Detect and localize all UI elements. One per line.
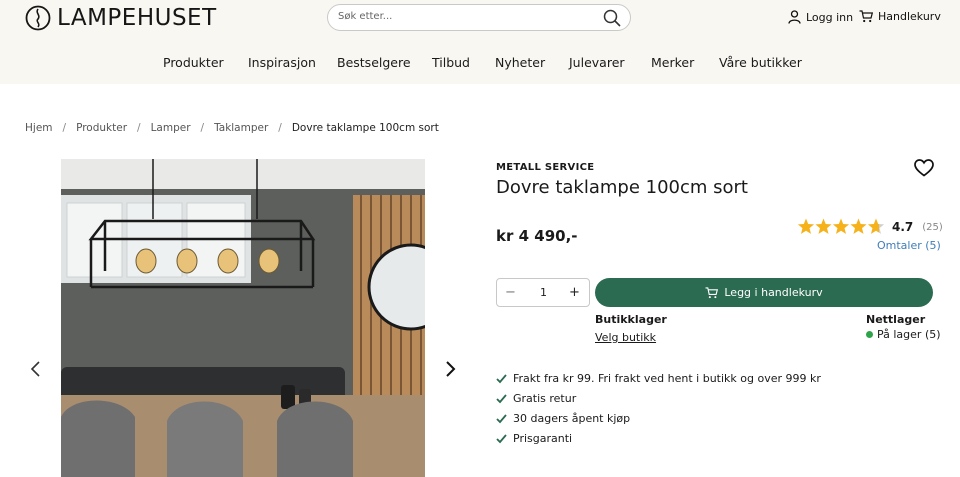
breadcrumb-separator: / [62, 122, 67, 134]
breadcrumb-item[interactable]: Lamper [151, 122, 191, 134]
next-image-arrow-icon[interactable] [444, 360, 456, 378]
breadcrumb-separator: / [278, 122, 282, 134]
rating-value: 4.7 [892, 220, 914, 234]
product-image[interactable] [61, 159, 425, 477]
usp-label: Prisgaranti [513, 432, 573, 445]
star-icon [867, 218, 885, 234]
search-input[interactable]: Søk etter... [338, 11, 392, 22]
reviews-link[interactable]: Omtaler (5) [877, 239, 941, 252]
nav-item-produkter[interactable]: Produkter [163, 55, 224, 70]
search-icon[interactable] [602, 8, 622, 28]
online-stock-status: På lager (5) [866, 328, 941, 341]
star-icon [797, 218, 815, 234]
add-to-cart-label: Legg i handlekurv [724, 286, 823, 299]
heart-icon[interactable] [914, 159, 934, 177]
nav-item-nyheter[interactable]: Nyheter [495, 55, 545, 70]
plus-icon[interactable]: + [569, 285, 580, 300]
rating-count: (25) [922, 221, 943, 233]
product-brand[interactable]: METALL SERVICE [496, 162, 594, 173]
login-button[interactable]: Logg inn [788, 10, 853, 24]
select-store-link[interactable]: Velg butikk [595, 331, 656, 344]
usp-item: Prisgaranti [496, 432, 572, 445]
check-icon [496, 433, 507, 443]
usp-item: Gratis retur [496, 392, 576, 405]
cart-icon [705, 286, 719, 298]
usp-item: 30 dagers åpent kjøp [496, 412, 630, 425]
online-stock-heading: Nettlager [866, 313, 926, 326]
cart-label: Handlekurv [878, 10, 941, 23]
cart-button[interactable]: Handlekurv [859, 10, 941, 23]
nav-item-bestselgere[interactable]: Bestselgere [337, 55, 411, 70]
search-bar[interactable]: Søk etter... [327, 4, 631, 31]
in-stock-dot-icon [866, 331, 873, 338]
nav-item-vare-butikker[interactable]: Våre butikker [719, 55, 802, 70]
site-header: LAMPEHUSET Søk etter... Logg inn Handlek… [0, 0, 960, 84]
star-icon [832, 218, 850, 234]
user-icon [788, 10, 801, 24]
nav-item-inspirasjon[interactable]: Inspirasjon [248, 55, 316, 70]
site-logo[interactable]: LAMPEHUSET [25, 5, 217, 31]
nav-item-julevarer[interactable]: Julevarer [569, 55, 625, 70]
usp-label: Gratis retur [513, 392, 577, 405]
rating-summary[interactable]: 4.7 (25) [797, 218, 943, 236]
breadcrumb-item[interactable]: Taklamper [214, 122, 268, 134]
online-stock-label: På lager (5) [877, 328, 941, 341]
breadcrumb: Hjem / Produkter / Lamper / Taklamper / … [25, 122, 439, 134]
login-label: Logg inn [806, 10, 854, 24]
prev-image-arrow-icon[interactable] [30, 360, 42, 378]
breadcrumb-item[interactable]: Produkter [76, 122, 127, 134]
lamp-logo-icon [25, 5, 51, 31]
nav-item-tilbud[interactable]: Tilbud [432, 55, 470, 70]
product-photo-illustration [61, 159, 425, 477]
logo-text: LAMPEHUSET [57, 5, 217, 31]
star-icon [850, 218, 867, 234]
usp-label: Frakt fra kr 99. Fri frakt ved hent i bu… [513, 372, 821, 385]
nav-item-merker[interactable]: Merker [651, 55, 694, 70]
check-icon [496, 393, 507, 403]
add-to-cart-button[interactable]: Legg i handlekurv [595, 278, 933, 307]
minus-icon[interactable]: − [505, 285, 516, 300]
breadcrumb-separator: / [200, 122, 205, 134]
check-icon [496, 373, 507, 383]
check-icon [496, 413, 507, 423]
breadcrumb-separator: / [137, 122, 141, 134]
product-title: Dovre taklampe 100cm sort [496, 177, 748, 198]
breadcrumb-item[interactable]: Hjem [25, 122, 53, 134]
rating-stars [797, 218, 885, 234]
quantity-stepper: − 1 + [496, 278, 590, 307]
breadcrumb-current: Dovre taklampe 100cm sort [291, 122, 439, 134]
store-stock-heading: Butikklager [595, 313, 667, 326]
usp-item: Frakt fra kr 99. Fri frakt ved hent i bu… [496, 372, 821, 385]
usp-label: 30 dagers åpent kjøp [513, 412, 631, 425]
cart-icon [859, 10, 873, 23]
main-nav: Produkter Inspirasjon Bestselgere Tilbud… [0, 55, 960, 73]
product-price: kr 4 490,- [496, 227, 578, 245]
star-icon [815, 218, 832, 234]
quantity-input[interactable]: 1 [540, 286, 547, 299]
